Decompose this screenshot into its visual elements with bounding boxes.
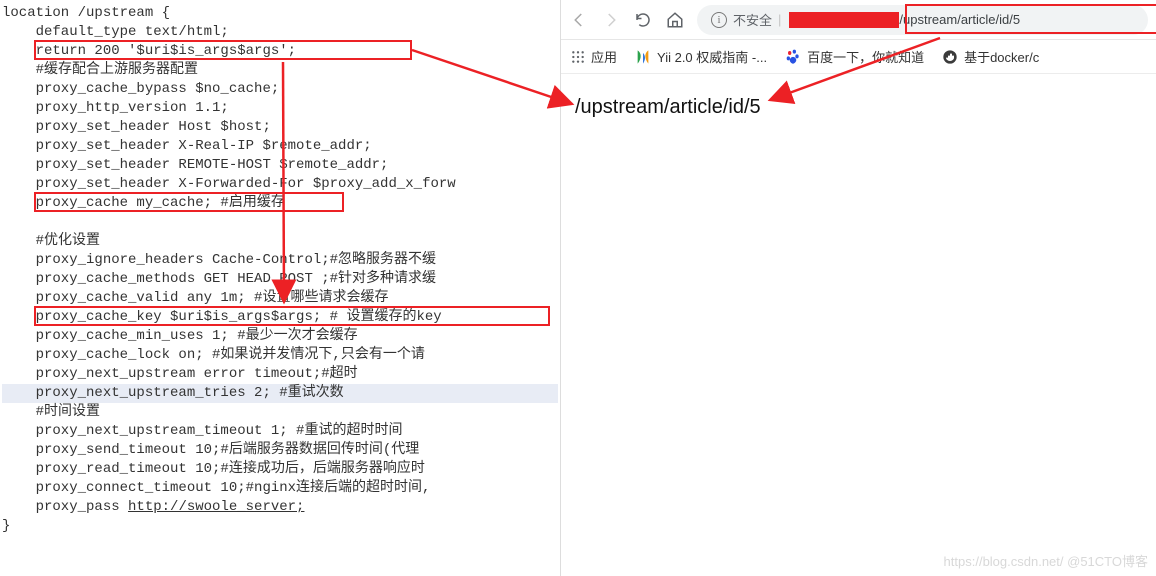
reload-icon: [634, 11, 652, 29]
yii-icon: [635, 49, 651, 65]
forward-button[interactable]: [601, 10, 621, 30]
code-text-pre: location /upstream { default_type text/h…: [2, 5, 456, 382]
home-icon: [666, 11, 684, 29]
bookmark-baidu-label: 百度一下，你就知道: [807, 47, 924, 66]
apps-label: 应用: [591, 47, 617, 66]
bookmark-yii-label: Yii 2.0 权威指南 -...: [657, 47, 767, 66]
bookmarks-bar: 应用 Yii 2.0 权威指南 -... 百度一下，你就知道 基于docker/…: [561, 40, 1156, 74]
arrow-right-icon: [602, 11, 620, 29]
code-text-post2: }: [2, 518, 10, 534]
home-button[interactable]: [665, 10, 685, 30]
bookmark-yii[interactable]: Yii 2.0 权威指南 -...: [635, 47, 767, 66]
arrow-left-icon: [570, 11, 588, 29]
redacted-host: [789, 12, 899, 28]
address-bar[interactable]: i 不安全 | /upstream/article/id/5: [697, 5, 1148, 35]
browser-pane: i 不安全 | /upstream/article/id/5 应用: [560, 0, 1156, 576]
page-body-text: /upstream/article/id/5: [575, 96, 761, 118]
bookmark-docker-label: 基于docker/c: [964, 47, 1039, 66]
reload-button[interactable]: [633, 10, 653, 30]
page-body: /upstream/article/id/5: [561, 74, 1156, 141]
bookmark-baidu[interactable]: 百度一下，你就知道: [785, 47, 924, 66]
code-editor-pane: location /upstream { default_type text/h…: [0, 0, 560, 576]
insecure-label: 不安全: [733, 10, 772, 29]
proxy-pass-link[interactable]: http://swoole_server;: [128, 499, 304, 515]
docker-icon: [942, 49, 958, 65]
code-highlighted-line: proxy_next_upstream_tries 2; #重试次数: [2, 384, 558, 403]
apps-icon: [571, 50, 585, 64]
info-icon: i: [711, 12, 727, 28]
baidu-icon: [785, 49, 801, 65]
url-path: /upstream/article/id/5: [899, 12, 1020, 27]
apps-button[interactable]: 应用: [571, 47, 617, 66]
back-button[interactable]: [569, 10, 589, 30]
code-block: location /upstream { default_type text/h…: [2, 4, 558, 536]
browser-toolbar: i 不安全 | /upstream/article/id/5: [561, 0, 1156, 40]
bookmark-docker[interactable]: 基于docker/c: [942, 47, 1039, 66]
